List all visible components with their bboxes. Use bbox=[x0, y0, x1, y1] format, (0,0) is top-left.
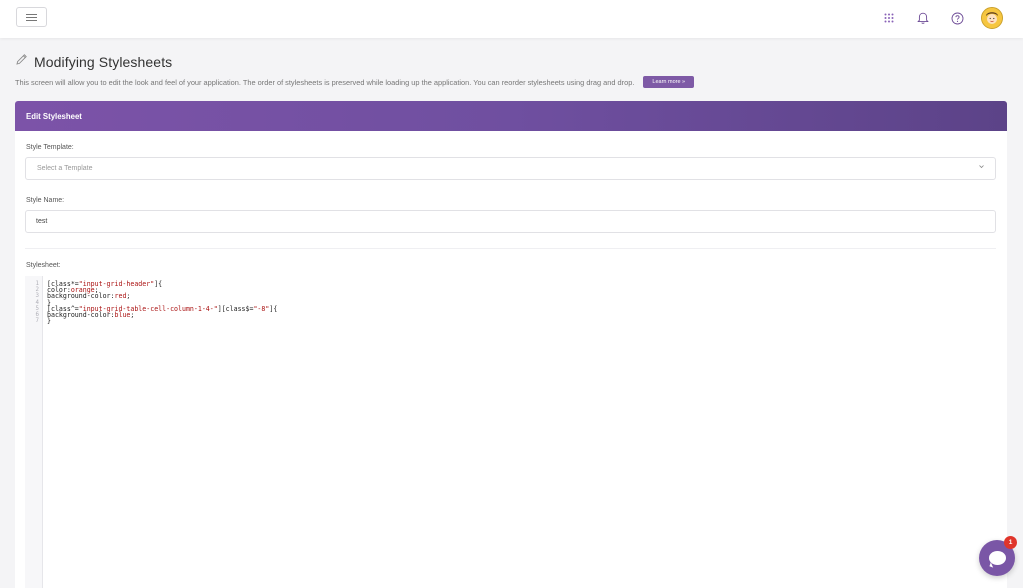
style-name-input[interactable] bbox=[25, 210, 996, 233]
code-token: ][class$= bbox=[217, 304, 254, 313]
line-number-gutter: 1 2 3 4 5 6 7 bbox=[25, 276, 43, 588]
description-row: This screen will allow you to edit the l… bbox=[15, 76, 1005, 88]
apps-grid-icon[interactable] bbox=[879, 8, 899, 28]
style-template-label: Style Template: bbox=[26, 144, 74, 151]
title-row: Modifying Stylesheets bbox=[15, 53, 1005, 71]
code-token: ; bbox=[126, 292, 131, 301]
code-line: background-color:red; bbox=[47, 292, 131, 301]
style-template-placeholder: Select a Template bbox=[37, 165, 93, 172]
code-token: background-color: bbox=[47, 311, 115, 319]
page-title: Modifying Stylesheets bbox=[34, 54, 173, 70]
style-name-label: Style Name: bbox=[26, 197, 65, 204]
code-token: ]{ bbox=[269, 304, 278, 313]
code-line: background-color:blue; bbox=[47, 311, 135, 319]
page-description: This screen will allow you to edit the l… bbox=[15, 77, 635, 87]
page-header: Modifying Stylesheets This screen will a… bbox=[15, 53, 1005, 88]
stylesheet-label: Stylesheet: bbox=[26, 262, 61, 269]
learn-more-button[interactable]: Learn more » bbox=[643, 76, 695, 88]
code-token: red bbox=[114, 292, 127, 301]
code-token: blue bbox=[114, 311, 131, 319]
edit-stylesheet-card: Edit Stylesheet Style Template: Select a… bbox=[15, 101, 1007, 588]
code-token: } bbox=[47, 317, 51, 326]
style-template-select[interactable]: Select a Template bbox=[25, 157, 996, 180]
chat-icon bbox=[988, 551, 1006, 565]
line-number: 7 bbox=[35, 318, 40, 325]
code-line: } bbox=[47, 317, 51, 326]
chevron-down-icon bbox=[978, 163, 985, 172]
card-title: Edit Stylesheet bbox=[26, 111, 82, 121]
menu-icon-line bbox=[26, 19, 37, 21]
chat-notification-badge: 1 bbox=[1004, 536, 1017, 549]
top-icons bbox=[879, 6, 1003, 30]
user-avatar[interactable] bbox=[981, 7, 1003, 29]
code-token: ]{ bbox=[154, 280, 163, 288]
menu-icon-line bbox=[26, 16, 37, 18]
bell-icon[interactable] bbox=[913, 8, 933, 28]
code-token: ; bbox=[130, 311, 135, 319]
menu-icon-line bbox=[26, 13, 37, 15]
code-token: background-color: bbox=[47, 292, 115, 301]
code-token: "-8" bbox=[253, 304, 270, 313]
menu-button[interactable] bbox=[16, 7, 47, 27]
top-bar bbox=[0, 0, 1023, 38]
divider bbox=[25, 248, 996, 249]
help-icon[interactable] bbox=[947, 8, 967, 28]
pencil-icon bbox=[15, 53, 28, 71]
card-header: Edit Stylesheet bbox=[15, 101, 1007, 131]
stylesheet-code-editor[interactable]: 1 2 3 4 5 6 7 [class*="input-grid-header… bbox=[25, 276, 1006, 588]
